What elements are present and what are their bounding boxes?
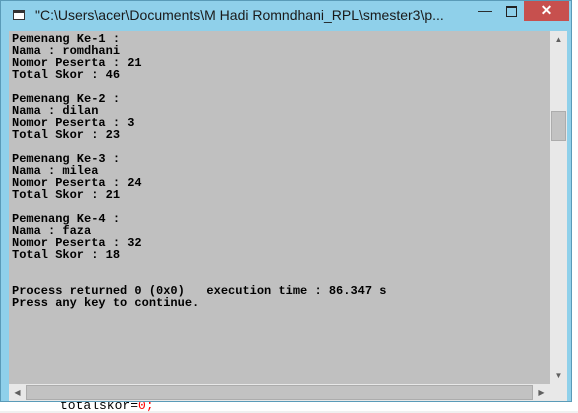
scroll-up-icon[interactable]: ▲	[550, 31, 567, 48]
console-line: Total Skor : 18	[12, 248, 121, 262]
vertical-scroll-thumb[interactable]	[551, 111, 566, 141]
console-text: Pemenang Ke-1 : Nama : romdhani Nomor Pe…	[9, 31, 550, 309]
minimize-button[interactable]: —	[472, 1, 498, 21]
scroll-down-icon[interactable]: ▼	[550, 367, 567, 384]
console-line: Total Skor : 21	[12, 188, 121, 202]
console-window: "C:\Users\acer\Documents\M Hadi Romndhan…	[0, 0, 572, 402]
vertical-scrollbar[interactable]: ▲ ▼	[550, 31, 567, 384]
title-bar[interactable]: "C:\Users\acer\Documents\M Hadi Romndhan…	[1, 1, 571, 31]
scrollbar-corner	[550, 384, 567, 401]
console-app-icon[interactable]	[13, 10, 25, 20]
scroll-right-icon[interactable]: ▶	[533, 384, 550, 401]
horizontal-scroll-thumb[interactable]	[26, 385, 533, 400]
console-line: Total Skor : 23	[12, 128, 121, 142]
console-output[interactable]: Pemenang Ke-1 : Nama : romdhani Nomor Pe…	[9, 31, 550, 384]
console-line: Press any key to continue.	[12, 296, 200, 310]
horizontal-scrollbar[interactable]: ◀ ▶	[9, 384, 550, 401]
maximize-button[interactable]	[498, 1, 524, 21]
window-title: "C:\Users\acer\Documents\M Hadi Romndhan…	[35, 7, 444, 23]
maximize-icon	[505, 6, 517, 17]
console-line: Total Skor : 46	[12, 68, 121, 82]
close-button[interactable]: ✕	[524, 1, 569, 21]
scroll-left-icon[interactable]: ◀	[9, 384, 26, 401]
